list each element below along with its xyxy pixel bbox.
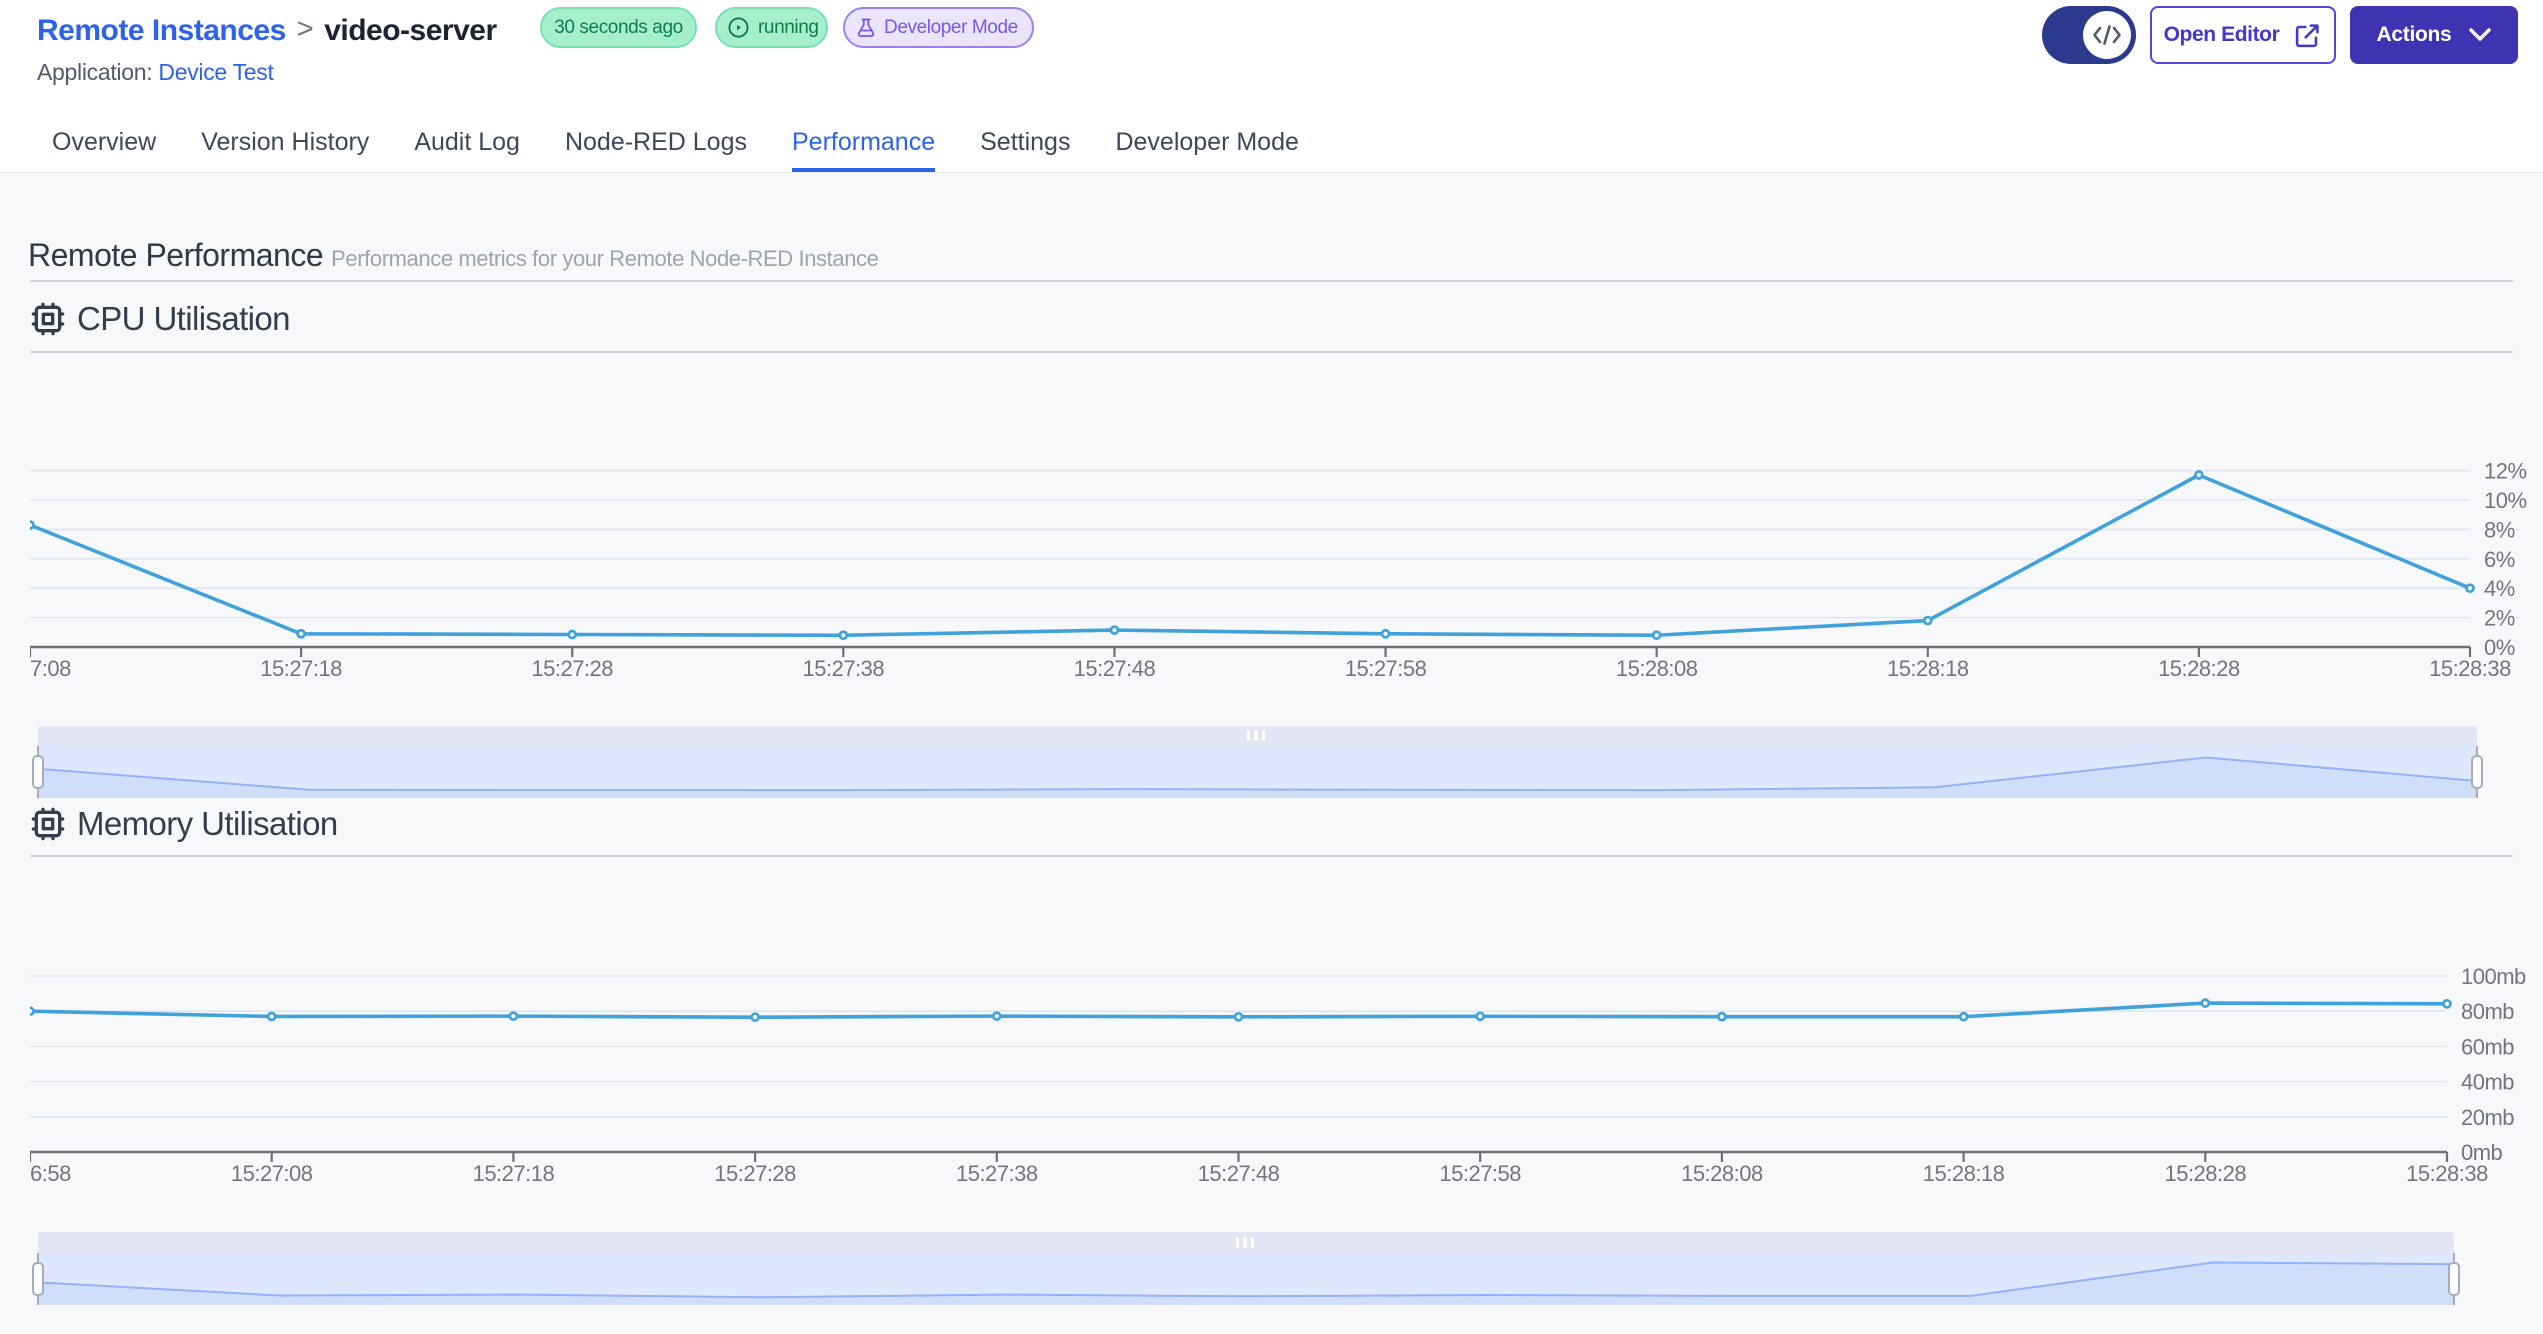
svg-text:4%: 4% (2484, 576, 2515, 601)
svg-text:6%: 6% (2484, 547, 2515, 572)
svg-text:15:28:18: 15:28:18 (1887, 656, 1969, 681)
svg-text:15:28:18: 15:28:18 (1923, 1161, 2005, 1186)
svg-text:20mb: 20mb (2461, 1105, 2514, 1130)
svg-text:8%: 8% (2484, 517, 2515, 542)
svg-text:15:27:48: 15:27:48 (1198, 1161, 1280, 1186)
svg-text:15:27:58: 15:27:58 (1345, 656, 1427, 681)
svg-text:15:27:18: 15:27:18 (473, 1161, 555, 1186)
svg-text:40mb: 40mb (2461, 1070, 2514, 1095)
svg-text:80mb: 80mb (2461, 999, 2514, 1024)
svg-text:15:27:08: 15:27:08 (30, 656, 71, 681)
svg-text:15:28:28: 15:28:28 (2164, 1161, 2246, 1186)
svg-text:15:28:08: 15:28:08 (1616, 656, 1698, 681)
svg-text:15:26:58: 15:26:58 (30, 1161, 71, 1186)
svg-text:15:27:38: 15:27:38 (956, 1161, 1038, 1186)
svg-text:15:28:38: 15:28:38 (2429, 656, 2511, 681)
svg-text:15:27:28: 15:27:28 (714, 1161, 796, 1186)
svg-text:15:28:08: 15:28:08 (1681, 1161, 1763, 1186)
svg-text:2%: 2% (2484, 606, 2515, 631)
svg-text:15:27:08: 15:27:08 (231, 1161, 313, 1186)
svg-text:15:28:38: 15:28:38 (2406, 1161, 2488, 1186)
svg-text:15:27:58: 15:27:58 (1439, 1161, 1521, 1186)
svg-text:100mb: 100mb (2461, 964, 2526, 989)
svg-text:60mb: 60mb (2461, 1034, 2514, 1059)
svg-text:15:27:18: 15:27:18 (260, 656, 342, 681)
svg-text:12%: 12% (2484, 459, 2527, 484)
svg-text:15:27:48: 15:27:48 (1074, 656, 1156, 681)
svg-text:15:27:38: 15:27:38 (803, 656, 885, 681)
svg-text:15:27:28: 15:27:28 (531, 656, 613, 681)
svg-text:10%: 10% (2484, 488, 2527, 513)
svg-text:15:28:28: 15:28:28 (2158, 656, 2240, 681)
